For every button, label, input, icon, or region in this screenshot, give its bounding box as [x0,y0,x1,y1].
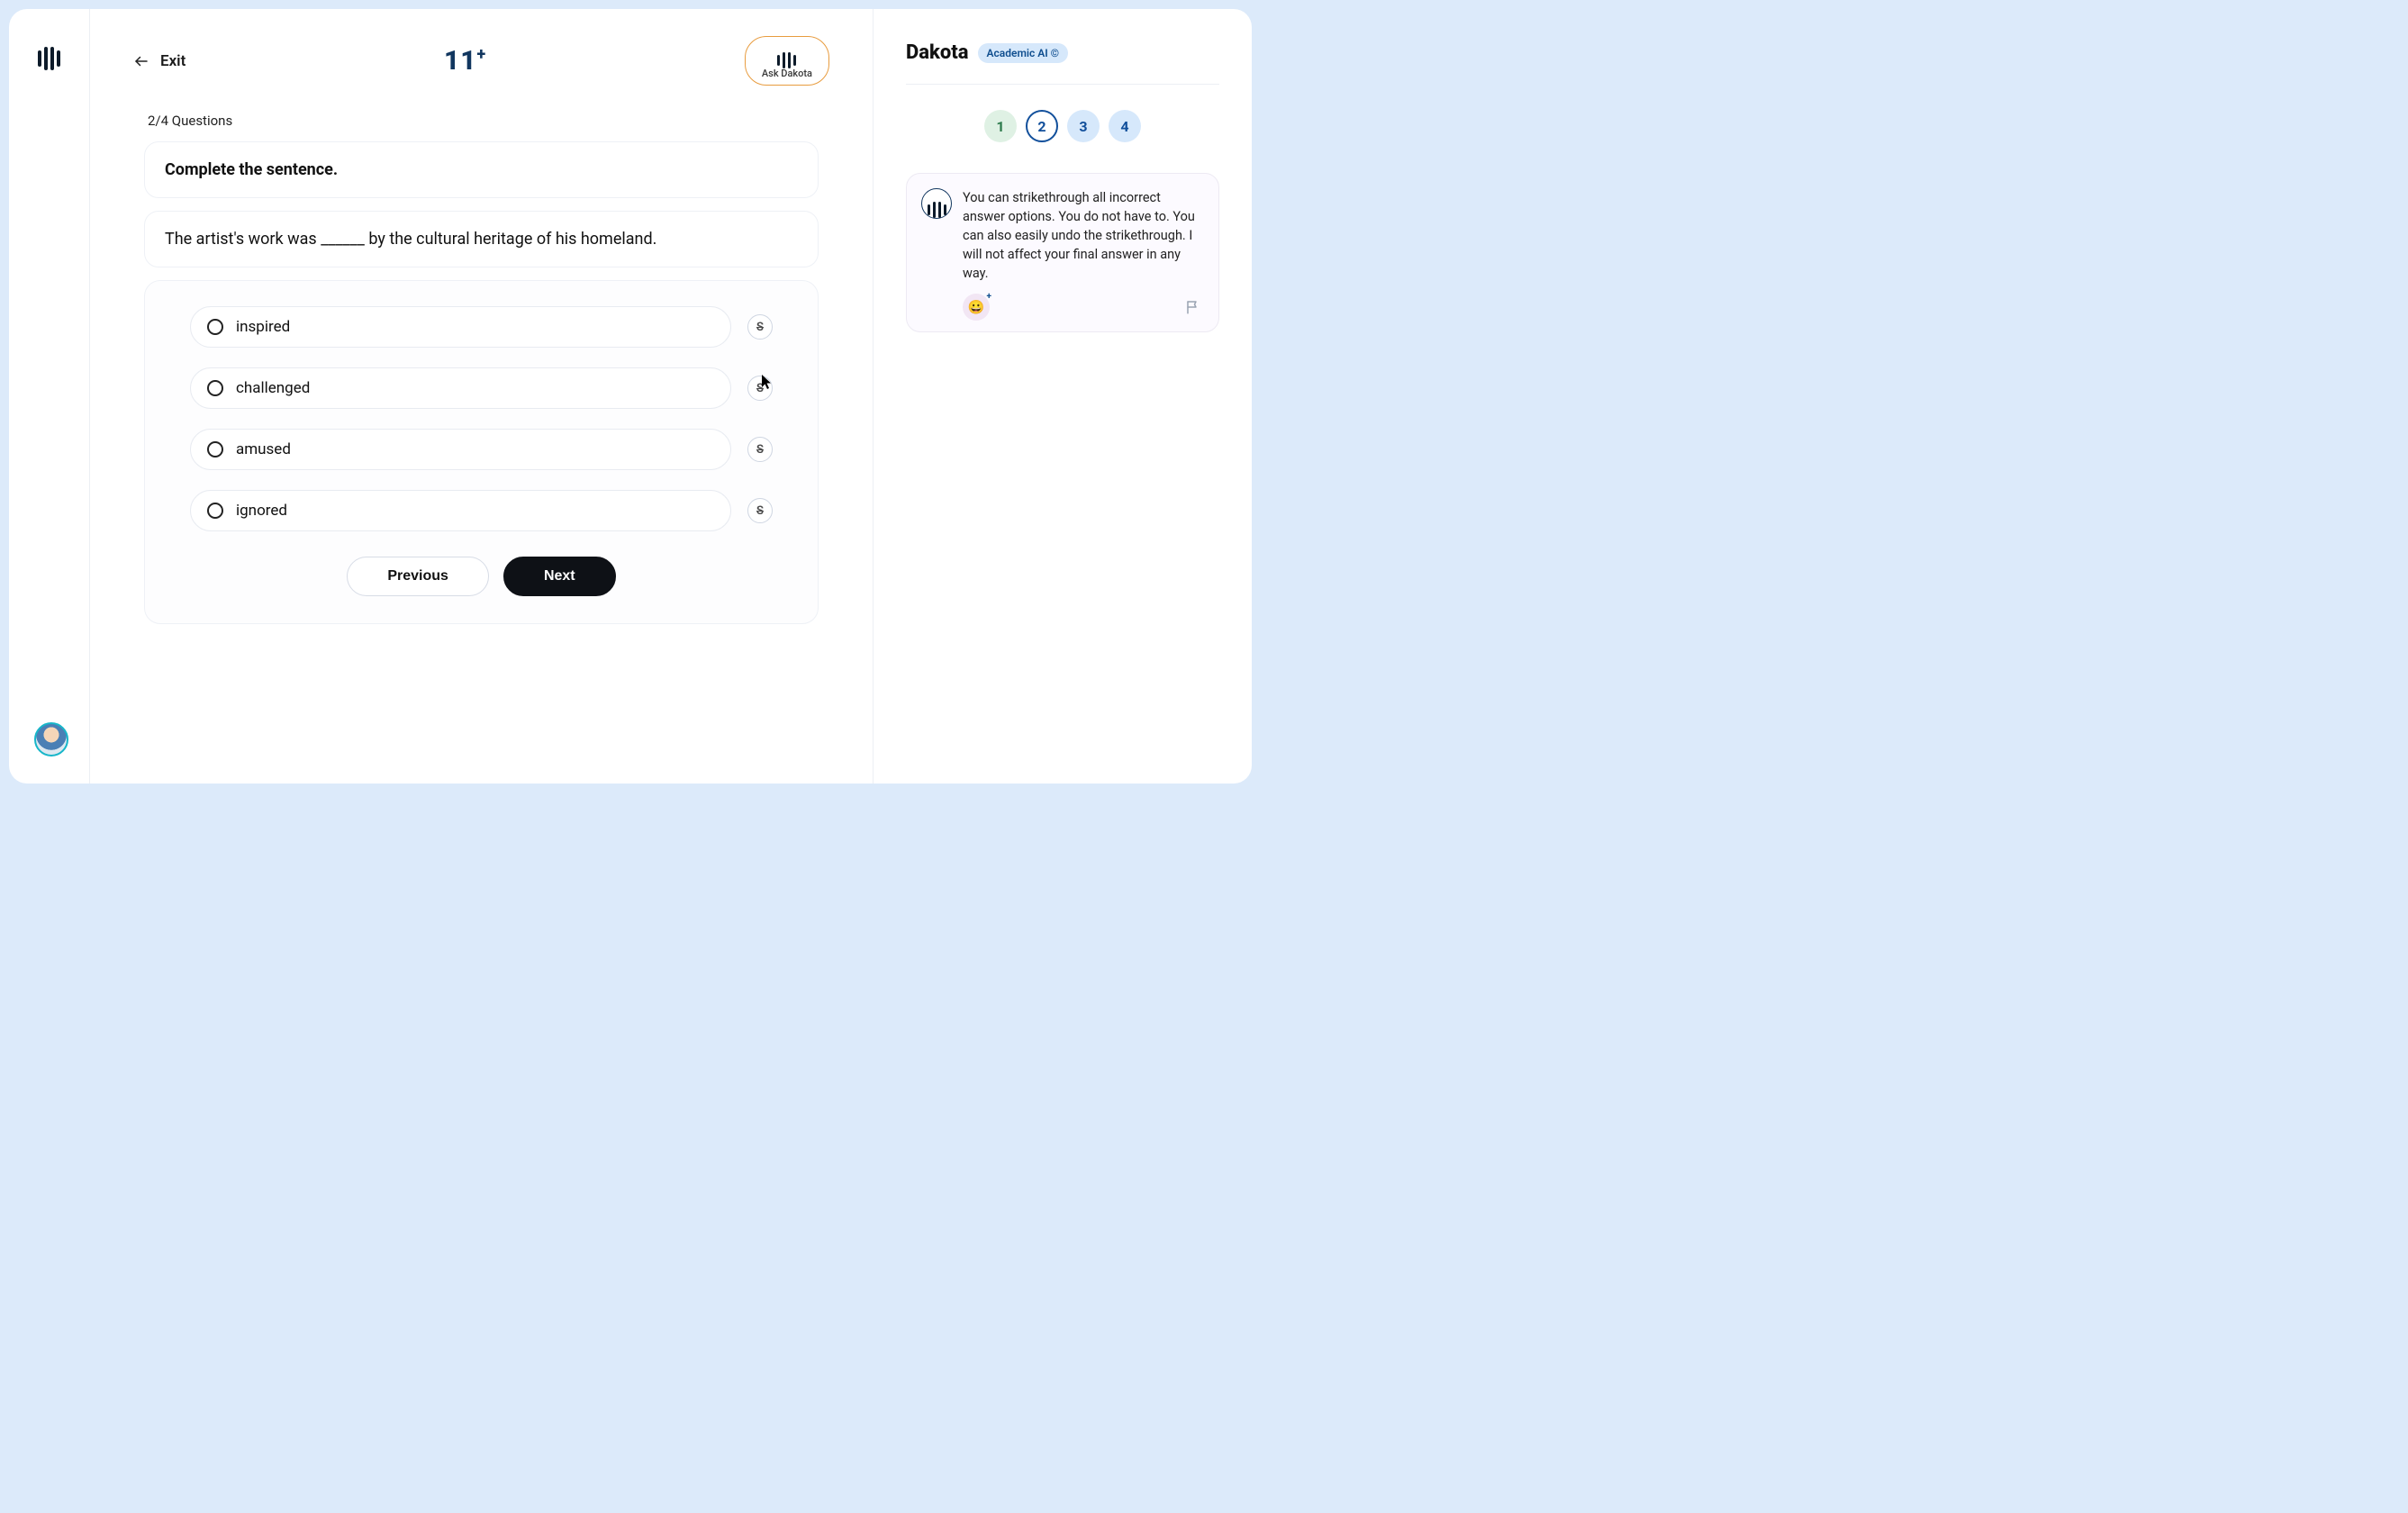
radio-icon [207,503,223,519]
arrow-left-icon [133,53,149,69]
ask-dakota-label: Ask Dakota [762,68,812,79]
strikethrough-button[interactable]: S [747,437,773,462]
step-1[interactable]: 1 [984,110,1017,142]
dakota-header: Dakota Academic AI © [906,41,1219,85]
radio-icon [207,441,223,458]
radio-icon [207,380,223,396]
dakota-message: You can strikethrough all incorrect answ… [906,173,1219,332]
dakota-name: Dakota [906,41,969,64]
answer-row: ignored S [190,490,773,531]
strikethrough-s-icon: S [756,382,764,395]
title-number: 11 [444,45,477,77]
strikethrough-button[interactable]: S [747,314,773,340]
dakota-panel: Dakota Academic AI © 1 2 3 4 You can str… [874,9,1252,784]
content: 2/4 Questions Complete the sentence. The… [90,86,873,624]
main-header: Exit 11+ Ask Dakota [90,9,873,86]
left-rail [9,9,90,784]
app-logo-icon [38,43,60,67]
strikethrough-button[interactable]: S [747,498,773,523]
strikethrough-button[interactable]: S [747,376,773,401]
message-text: You can strikethrough all incorrect answ… [963,188,1204,283]
flag-button[interactable] [1182,296,1204,318]
ask-dakota-button[interactable]: Ask Dakota [745,36,829,86]
step-2[interactable]: 2 [1026,110,1058,142]
sentence-card: The artist's work was ______ by the cult… [144,211,819,267]
title-suffix: + [477,45,487,64]
user-avatar[interactable] [34,722,68,756]
previous-button[interactable]: Previous [347,557,489,596]
strikethrough-s-icon: S [756,321,764,334]
sentence-text: The artist's work was ______ by the cult… [165,230,798,249]
strikethrough-s-icon: S [756,443,764,457]
radio-icon [207,319,223,335]
react-emoji-button[interactable]: 😀 [963,294,990,321]
question-count: 2/4 Questions [148,113,819,129]
answer-label: inspired [236,318,290,336]
instruction-card: Complete the sentence. [144,141,819,198]
dakota-bars-icon [777,42,796,66]
dakota-avatar-icon [921,188,952,219]
answer-row: amused S [190,429,773,470]
answer-option-3[interactable]: ignored [190,490,731,531]
answers-card: inspired S challenged S amused [144,280,819,624]
smiley-icon: 😀 [968,299,985,315]
answer-row: inspired S [190,306,773,348]
step-3[interactable]: 3 [1067,110,1100,142]
main-area: Exit 11+ Ask Dakota 2/4 Questions Comple… [90,9,874,784]
bubble-body: You can strikethrough all incorrect answ… [963,188,1204,321]
answer-row: challenged S [190,367,773,409]
exit-button[interactable]: Exit [133,52,186,70]
step-indicator: 1 2 3 4 [906,85,1219,173]
nav-buttons: Previous Next [190,557,773,596]
answer-label: amused [236,440,291,458]
exit-label: Exit [160,52,186,70]
step-4[interactable]: 4 [1109,110,1141,142]
academic-ai-badge: Academic AI © [978,43,1069,63]
instruction-text: Complete the sentence. [165,160,798,179]
answer-option-0[interactable]: inspired [190,306,731,348]
bars-icon [928,192,946,215]
bubble-actions: 😀 [963,294,1204,321]
page-title: 11+ [444,45,486,77]
answer-label: challenged [236,379,310,397]
strikethrough-s-icon: S [756,504,764,518]
next-button[interactable]: Next [503,557,616,596]
answer-option-1[interactable]: challenged [190,367,731,409]
answer-option-2[interactable]: amused [190,429,731,470]
answer-label: ignored [236,502,287,520]
